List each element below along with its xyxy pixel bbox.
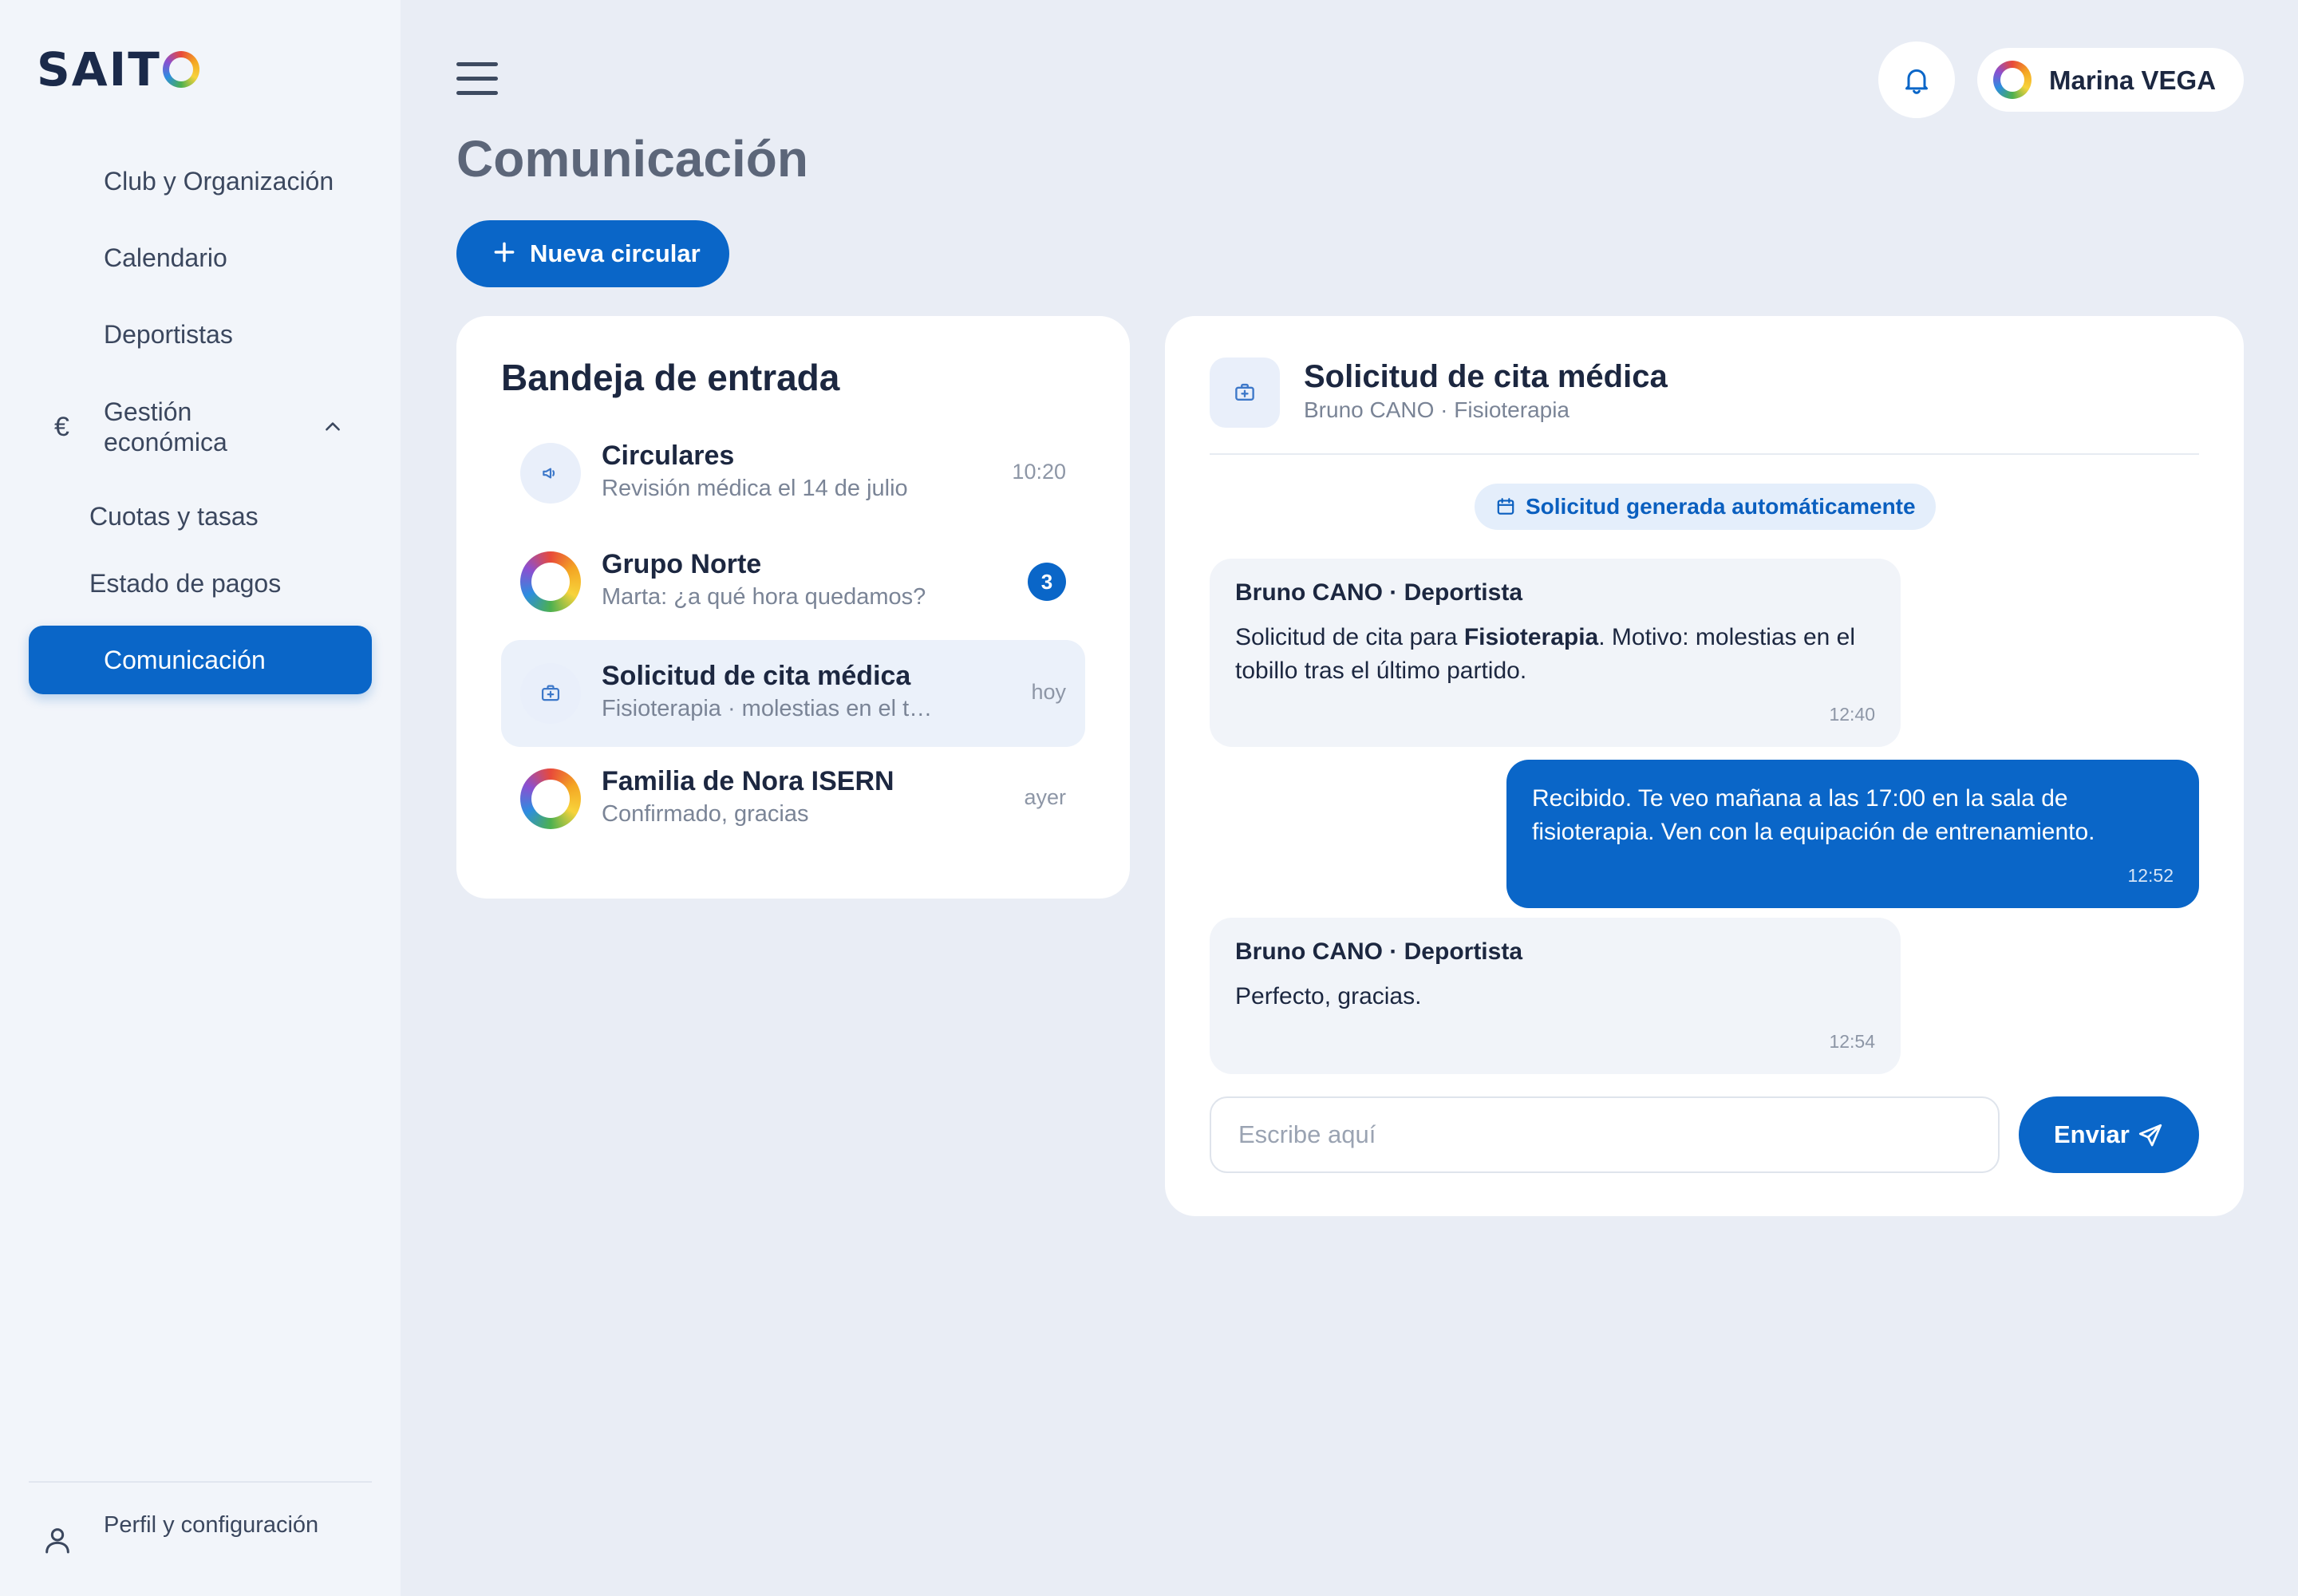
- logo-text: SAIT: [37, 42, 161, 97]
- send-label: Enviar: [2054, 1120, 2130, 1148]
- sidebar-item-label: Estado de pagos: [89, 568, 282, 598]
- sidebar-item-label: Club y Organización: [104, 166, 334, 196]
- user-name: Marina VEGA: [2049, 65, 2217, 95]
- sidebar-item-deportistas[interactable]: Deportistas: [29, 300, 372, 369]
- conversation-preview: Marta: ¿a qué hora quedamos?: [602, 584, 926, 610]
- sidebar-divider: [29, 1481, 372, 1483]
- user-menu[interactable]: Marina VEGA: [1977, 48, 2244, 112]
- conversation-preview: Revisión médica el 14 de julio: [602, 476, 908, 501]
- medical-kit-icon: [520, 663, 581, 724]
- message-bubble-incoming: Bruno CANO · Deportista Solicitud de cit…: [1210, 559, 1901, 747]
- profile-settings-link[interactable]: Perfil y configuración: [29, 1500, 372, 1578]
- profile-label: Perfil y configuración: [104, 1512, 319, 1538]
- sidebar-item-label: Comunicación: [104, 645, 266, 674]
- euro-icon: €: [54, 411, 69, 442]
- sidebar-item-calendario[interactable]: Calendario: [29, 223, 372, 292]
- inbox-card: Bandeja de entrada Circulares Revisión m…: [456, 316, 1130, 899]
- conversation-name: Familia de Nora ISERN: [602, 766, 894, 796]
- conversation-preview: Confirmado, gracias: [602, 801, 809, 827]
- megaphone-icon: [520, 443, 581, 504]
- send-button[interactable]: Enviar: [2019, 1096, 2199, 1173]
- sidebar-item-label: Gestión económica: [104, 397, 227, 456]
- message-sender: Bruno CANO · Deportista: [1235, 938, 1522, 965]
- saito-logo[interactable]: SAIT: [37, 46, 199, 93]
- divider: [1210, 453, 2199, 455]
- message-text: Perfecto, gracias.: [1235, 983, 1422, 1009]
- message-text: Solicitud de cita para Fisioterapia. Mot…: [1235, 624, 1856, 684]
- conversation-item-solicitud-cita[interactable]: Solicitud de cita médica Fisioterapia · …: [501, 640, 1085, 747]
- sidebar-item-gestion-economica[interactable]: € Gestión económica: [29, 383, 372, 471]
- conversation-item-circulares[interactable]: Circulares Revisión médica el 14 de juli…: [501, 420, 1085, 527]
- message-time: 12:40: [1829, 704, 1875, 725]
- message-text: Recibido. Te veo mañana a las 17:00 en l…: [1532, 785, 2095, 845]
- plus-icon: [494, 242, 515, 263]
- sidebar-item-comunicacion[interactable]: Comunicación: [29, 626, 372, 694]
- message-bubble-incoming: Bruno CANO · Deportista Perfecto, gracia…: [1210, 918, 1901, 1074]
- message-time: 12:54: [1829, 1031, 1875, 1052]
- unread-badge: 3: [1028, 563, 1066, 601]
- auto-generated-notice: Solicitud generada automáticamente: [1475, 484, 1936, 530]
- page-title: Comunicación: [456, 130, 808, 188]
- auto-notice-label: Solicitud generada automáticamente: [1526, 494, 1916, 519]
- message-input[interactable]: [1210, 1096, 2000, 1173]
- conversation-preview: Fisioterapia · molestias en el to...: [602, 696, 937, 721]
- calendar-icon: [1497, 498, 1514, 515]
- sidebar-item-cuotas-tasas[interactable]: Cuotas y tasas: [29, 482, 372, 551]
- conversation-title: Solicitud de cita médica: [1304, 359, 1668, 394]
- avatar: [520, 768, 581, 829]
- avatar: [520, 551, 581, 612]
- notifications-button[interactable]: [1878, 41, 1955, 118]
- message-bubble-outgoing: Recibido. Te veo mañana a las 17:00 en l…: [1506, 760, 2199, 908]
- sidebar: SAIT Club y Organización Calendario Depo…: [0, 0, 401, 1596]
- conversation-card: Solicitud de cita médica Bruno CANO · Fi…: [1165, 316, 2244, 1216]
- chevron-up-icon[interactable]: [322, 417, 343, 437]
- sidebar-item-estado-pagos[interactable]: Estado de pagos: [29, 549, 372, 618]
- message-time: 12:52: [2127, 865, 2174, 886]
- sidebar-item-label: Cuotas y tasas: [89, 501, 259, 531]
- inbox-title: Bandeja de entrada: [501, 357, 840, 398]
- new-circular-button[interactable]: Nueva circular: [456, 220, 729, 287]
- conversation-name: Grupo Norte: [602, 549, 762, 579]
- conversation-time: 10:20: [1012, 460, 1066, 484]
- user-icon: [45, 1528, 69, 1554]
- conversation-item-familia-nora[interactable]: Familia de Nora ISERN Confirmado, gracia…: [501, 745, 1085, 852]
- avatar: [1993, 61, 2031, 99]
- logo-ring-icon: [162, 51, 199, 88]
- sidebar-item-label: Calendario: [104, 243, 227, 272]
- conversation-name: Solicitud de cita médica: [602, 661, 911, 691]
- conversation-subtitle: Bruno CANO · Fisioterapia: [1304, 397, 1570, 422]
- sidebar-item-label: Deportistas: [104, 319, 233, 349]
- menu-toggle-icon[interactable]: [456, 62, 498, 96]
- new-circular-label: Nueva circular: [530, 239, 701, 267]
- conversation-item-grupo-norte[interactable]: Grupo Norte Marta: ¿a qué hora quedamos?…: [501, 528, 1085, 635]
- bell-icon: [1905, 69, 1928, 94]
- sidebar-item-club[interactable]: Club y Organización: [29, 147, 372, 215]
- conversation-name: Circulares: [602, 440, 735, 471]
- medical-kit-icon: [1210, 358, 1280, 428]
- conversation-time: hoy: [1031, 680, 1066, 704]
- message-sender: Bruno CANO · Deportista: [1235, 579, 1522, 606]
- conversation-time: ayer: [1024, 785, 1066, 809]
- paper-plane-icon: [2138, 1124, 2162, 1147]
